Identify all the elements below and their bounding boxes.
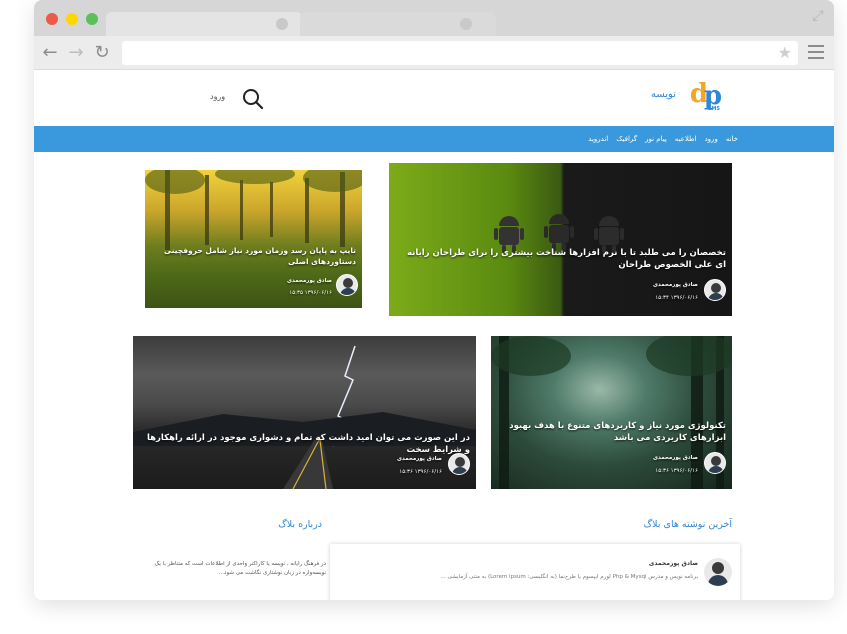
browser-tab[interactable] bbox=[300, 12, 496, 36]
post-title[interactable]: تکنولوژی مورد نیاز و کاربردهای متنوع با … bbox=[497, 420, 726, 445]
tab-close-icon[interactable] bbox=[460, 18, 472, 30]
nav-item-announcements[interactable]: اطلاعیه bbox=[675, 126, 697, 152]
post-date: ۱۵:۳۶ ۱۳۹۶/۰۶/۱۶ bbox=[655, 468, 698, 474]
post-date: ۱۵:۳۴ ۱۳۹۶/۰۶/۱۶ bbox=[655, 295, 698, 301]
browser-tab-active[interactable] bbox=[106, 12, 302, 36]
nav-item-home[interactable]: خانه bbox=[726, 126, 738, 152]
nav-item-android[interactable]: اندروید bbox=[588, 126, 608, 152]
nav-item-payam-noor[interactable]: پیام نور bbox=[645, 126, 667, 152]
nav-item-graphics[interactable]: گرافیک bbox=[616, 126, 637, 152]
site-logo[interactable]: d p LMS bbox=[682, 80, 722, 116]
title-bar: ⤢ bbox=[34, 0, 834, 36]
latest-post-item[interactable]: صادق پورمحمدی برنامه نویس و مدرس Php & M… bbox=[330, 544, 740, 600]
tab-close-icon[interactable] bbox=[276, 18, 288, 30]
post-date: ۱۵:۳۶ ۱۳۹۶/۰۶/۱۶ bbox=[399, 469, 442, 475]
latest-posts-heading: آخرین نوشته های بلاگ bbox=[643, 519, 732, 530]
logo-sub-text: LMS bbox=[708, 106, 720, 112]
browser-toolbar: ← → ↻ ★ bbox=[34, 36, 834, 70]
post-card[interactable]: تکنولوژی مورد نیاز و کاربردهای متنوع با … bbox=[491, 336, 732, 489]
address-bar[interactable]: ★ bbox=[122, 41, 798, 65]
post-card[interactable]: در این صورت می توان امید داشت که تمام و … bbox=[133, 336, 476, 489]
post-title[interactable]: تایپ به پایان رسد وزمان مورد نیاز شامل ح… bbox=[151, 246, 356, 268]
about-blog-heading: درباره بلاگ bbox=[278, 519, 322, 530]
minimize-window-button[interactable] bbox=[66, 13, 78, 25]
reload-icon[interactable]: ↻ bbox=[92, 42, 112, 64]
about-blog-text: در فرهنگ رایانه ، نویسه یا کاراکتر واحدی… bbox=[154, 561, 326, 577]
login-link[interactable]: ورود bbox=[210, 92, 225, 101]
bookmark-star-icon[interactable]: ★ bbox=[778, 43, 792, 63]
browser-window: ⤢ ← → ↻ ★ d p LMS نویسه ورود خانه ورود ا… bbox=[34, 0, 834, 600]
author-avatar bbox=[448, 453, 470, 475]
author-name: صادق پورمحمدی bbox=[648, 560, 698, 567]
forward-arrow-icon[interactable]: → bbox=[66, 42, 86, 64]
forest-image bbox=[491, 336, 732, 489]
site-header: d p LMS نویسه ورود bbox=[34, 70, 834, 126]
author-name: صادق پورمحمدی bbox=[397, 456, 442, 462]
nav-item-login[interactable]: ورود bbox=[705, 126, 718, 152]
author-avatar bbox=[704, 558, 732, 586]
search-icon[interactable] bbox=[242, 88, 264, 110]
fullscreen-icon[interactable]: ⤢ bbox=[810, 8, 826, 24]
post-title[interactable]: در این صورت می توان امید داشت که تمام و … bbox=[139, 432, 470, 457]
storm-road-image bbox=[133, 345, 476, 489]
website: d p LMS نویسه ورود خانه ورود اطلاعیه پیا… bbox=[34, 70, 834, 600]
author-avatar bbox=[704, 452, 726, 474]
close-window-button[interactable] bbox=[46, 13, 58, 25]
post-title[interactable]: تخصصان را می طلبد تا با نرم افزارها شناخ… bbox=[395, 247, 726, 272]
author-name: صادق پورمحمدی bbox=[653, 455, 698, 461]
back-arrow-icon[interactable]: ← bbox=[40, 42, 60, 64]
author-name: صادق پورمحمدی bbox=[287, 278, 332, 284]
browser-menu-icon[interactable] bbox=[808, 45, 824, 59]
post-card[interactable]: تایپ به پایان رسد وزمان مورد نیاز شامل ح… bbox=[145, 170, 362, 308]
maximize-window-button[interactable] bbox=[86, 13, 98, 25]
post-excerpt: برنامه نویس و مدرس Php & Mysql لورم ایپس… bbox=[440, 574, 698, 580]
author-avatar bbox=[336, 274, 358, 296]
author-name: صادق پورمحمدی bbox=[653, 282, 698, 288]
post-date: ۱۵:۳۵ ۱۳۹۶/۰۶/۱۶ bbox=[289, 290, 332, 296]
post-card[interactable]: تخصصان را می طلبد تا با نرم افزارها شناخ… bbox=[389, 163, 732, 316]
author-avatar bbox=[704, 279, 726, 301]
brand-name[interactable]: نویسه bbox=[651, 89, 676, 100]
main-nav: خانه ورود اطلاعیه پیام نور گرافیک اندروی… bbox=[34, 126, 834, 152]
